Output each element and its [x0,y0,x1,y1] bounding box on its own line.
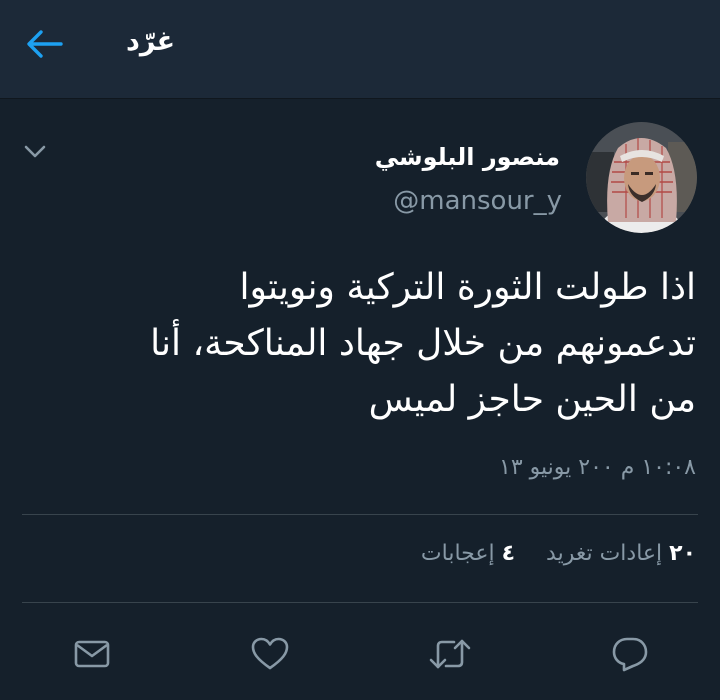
retweet-button[interactable] [428,632,472,676]
mail-icon [73,638,111,670]
author-display-name[interactable]: منصور البلوشي [375,140,560,174]
tweet-timestamp[interactable]: ١٠:٠٨ م ٢٠٠ يونيو ١٣ [499,452,696,484]
like-button[interactable] [248,632,292,676]
tweet-menu-button[interactable] [20,140,50,164]
back-button[interactable] [22,24,66,64]
top-app-bar: غرّد [0,0,720,99]
divider [22,602,698,603]
likes-label: إعجابات [420,541,495,566]
likes-count: ٤ [501,541,516,566]
retweets-label: إعادات تغريد [546,541,663,566]
divider [22,514,698,515]
retweet-icon [428,637,472,671]
share-button[interactable] [70,632,114,676]
tweet-text: اذا طولت الثورة التركية ونويتوا تدعمونهم… [36,260,696,428]
tweet-stats: ٢٠ إعادات تغريد ٤ إعجابات [397,538,696,570]
retweets-count: ٢٠ [669,541,696,566]
heart-icon [251,637,289,671]
reply-button[interactable] [608,632,652,676]
retweets-stat[interactable]: ٢٠ إعادات تغريد [546,538,696,570]
avatar[interactable] [586,122,697,233]
tweet-detail-screen: غرّد منصور البلوشي @mansour_y اذا طولت ا… [0,0,720,700]
author-handle[interactable]: @mansour_y [393,184,562,218]
tweet-text-line: اذا طولت الثورة التركية ونويتوا [239,267,696,308]
chevron-down-icon [24,145,46,159]
tweet-text-line: تدعمونهم من خلال جهاد المناكحة، أنا [150,323,696,364]
tweet-text-line: من الحين حاجز لميس [368,379,696,420]
likes-stat[interactable]: ٤ إعجابات [421,538,515,570]
reply-icon [611,636,649,672]
arrow-left-icon [25,29,63,59]
page-title: غرّد [126,26,176,57]
